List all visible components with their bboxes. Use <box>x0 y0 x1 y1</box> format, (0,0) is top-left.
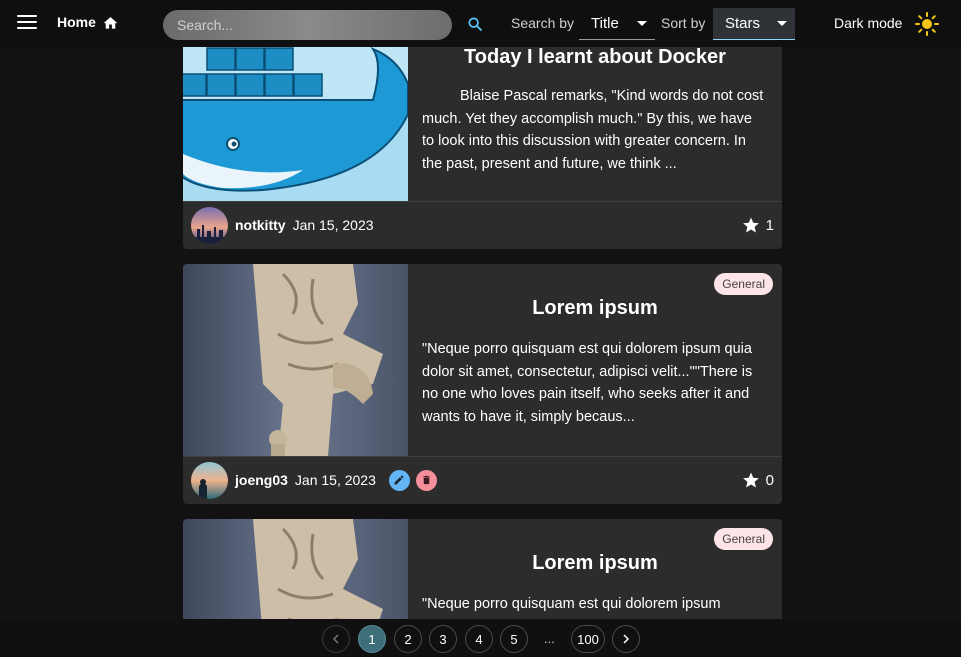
page-button-2[interactable]: 2 <box>394 625 422 653</box>
chevron-down-icon <box>777 21 787 26</box>
star-count[interactable]: 1 <box>742 216 774 234</box>
post-title[interactable]: Lorem ipsum <box>408 519 782 575</box>
post-excerpt: Blaise Pascal remarks, "Kind words do no… <box>422 88 764 172</box>
chevron-right-icon <box>623 634 630 644</box>
app-header: Home Search by Title Sort by Stars Dark … <box>0 0 961 47</box>
page-button-4[interactable]: 4 <box>465 625 493 653</box>
post-excerpt: "Neque porro quisquam est qui dolorem ip… <box>422 341 753 425</box>
avatar[interactable] <box>191 206 228 244</box>
page-button-last[interactable]: 100 <box>571 625 605 653</box>
page-button-5[interactable]: 5 <box>500 625 528 653</box>
chevron-down-icon <box>637 21 647 26</box>
page-button-3[interactable]: 3 <box>429 625 457 653</box>
edit-post-button[interactable] <box>388 469 410 491</box>
star-icon <box>742 217 759 233</box>
search-by-value: Title <box>591 15 619 32</box>
trash-icon <box>423 475 430 485</box>
search-by-select[interactable]: Title <box>579 8 655 40</box>
post-title[interactable]: Lorem ipsum <box>408 264 782 320</box>
post-author[interactable]: notkitty <box>235 217 286 233</box>
sort-by-value: Stars <box>725 15 761 32</box>
search-by-label: Search by <box>511 15 575 31</box>
post-date: Jan 15, 2023 <box>294 472 376 488</box>
sun-icon[interactable] <box>915 12 939 36</box>
sort-by-select[interactable]: Stars <box>713 8 795 40</box>
home-link[interactable]: Home <box>57 14 119 30</box>
star-icon <box>742 472 759 488</box>
post-footer: notkitty Jan 15, 2023 1 <box>183 201 782 248</box>
post-image-statue <box>183 264 408 456</box>
pencil-icon <box>394 475 404 485</box>
chevron-left-icon <box>332 634 339 644</box>
post-author[interactable]: joeng03 <box>235 472 288 488</box>
avatar[interactable] <box>191 461 228 499</box>
dark-mode-label: Dark mode <box>834 15 903 31</box>
search-input[interactable] <box>163 10 452 40</box>
page-button-1[interactable]: 1 <box>358 625 386 653</box>
page-ellipsis: ... <box>544 631 555 646</box>
post-footer: joeng03 Jan 15, 2023 0 <box>183 456 782 503</box>
home-icon <box>103 16 118 29</box>
search-icon[interactable] <box>467 16 483 32</box>
pagination: 1 2 3 4 5 ... 100 <box>0 619 961 657</box>
home-label: Home <box>57 14 96 30</box>
prev-page-button[interactable] <box>322 625 350 653</box>
post-card[interactable]: General Lorem ipsum "Neque porro quisqua… <box>183 264 782 504</box>
next-page-button[interactable] <box>612 625 640 653</box>
star-count-value: 0 <box>765 471 774 489</box>
post-date: Jan 15, 2023 <box>292 217 374 233</box>
menu-icon[interactable] <box>17 15 37 33</box>
sort-by-label: Sort by <box>661 15 706 31</box>
star-count-value: 1 <box>765 216 774 234</box>
star-count[interactable]: 0 <box>742 471 774 489</box>
delete-post-button[interactable] <box>415 469 437 491</box>
